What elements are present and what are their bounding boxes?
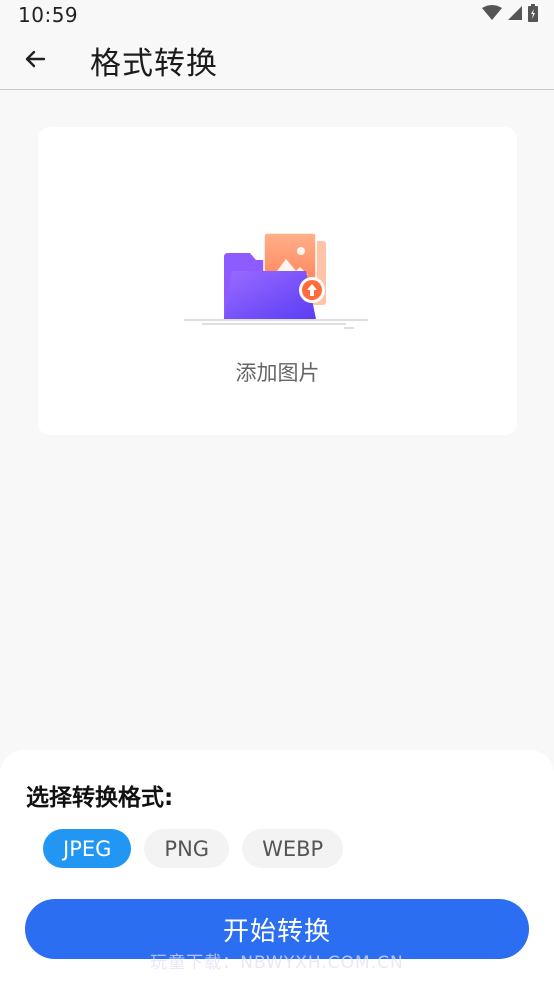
status-bar: 10:59	[0, 0, 554, 34]
format-options: JPEG PNG WEBP	[43, 829, 344, 868]
format-chip-jpeg[interactable]: JPEG	[43, 829, 132, 868]
watermark-text: 玩童下载：NBWYXH.COM.CN	[150, 953, 404, 973]
app-bar: 格式转换	[0, 34, 554, 90]
page-title: 格式转换	[90, 46, 218, 82]
format-chip-png[interactable]: PNG	[144, 829, 230, 868]
status-time: 10:59	[18, 3, 79, 27]
wifi-icon	[482, 5, 502, 25]
arrow-left-icon	[23, 47, 47, 75]
cellular-signal-icon	[508, 5, 522, 25]
status-icons	[482, 4, 538, 26]
add-image-label: 添加图片	[235, 361, 320, 385]
back-button[interactable]	[16, 42, 54, 80]
add-image-card[interactable]: 添加图片	[38, 127, 517, 435]
format-bottom-sheet: 选择转换格式: JPEG PNG WEBP 开始转换 玩童下载：NBWYXH.C…	[0, 750, 554, 984]
format-chip-webp[interactable]: WEBP	[242, 829, 344, 868]
folder-upload-image-illustration	[184, 227, 374, 337]
format-select-title: 选择转换格式:	[26, 785, 174, 811]
battery-icon	[528, 4, 538, 26]
